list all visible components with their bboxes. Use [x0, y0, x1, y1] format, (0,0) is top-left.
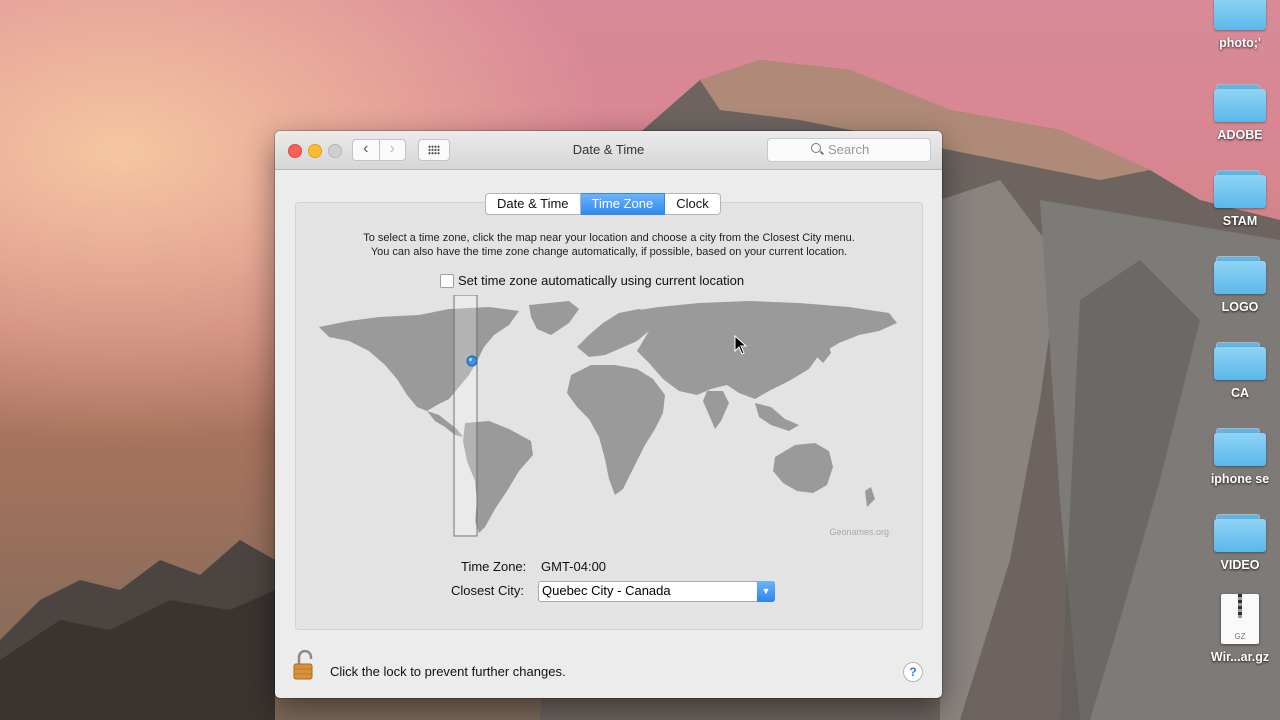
- desktop-icon-label: ADOBE: [1217, 128, 1263, 142]
- search-field[interactable]: Search: [767, 138, 931, 162]
- help-button[interactable]: ?: [903, 662, 923, 682]
- auto-timezone-label: Set time zone automatically using curren…: [458, 273, 745, 288]
- closest-city-value: Quebec City - Canada: [542, 583, 671, 598]
- map-asia: [619, 301, 897, 399]
- desktop-folder-logo[interactable]: LOGO: [1200, 256, 1280, 314]
- desktop-folder-ca[interactable]: CA: [1200, 342, 1280, 400]
- desktop-folder-iphone-se[interactable]: iphone se: [1200, 428, 1280, 486]
- desktop-icon-label: LOGO: [1221, 300, 1259, 314]
- map-africa: [567, 365, 665, 495]
- lock-text: Click the lock to prevent further change…: [330, 664, 566, 679]
- folder-icon: [1214, 84, 1266, 122]
- desktop-folder-photo[interactable]: photo;': [1200, 0, 1280, 50]
- desktop-icon-label: photo;': [1219, 36, 1261, 50]
- tab-bar: Date & Time Time Zone Clock: [485, 193, 721, 215]
- mouse-cursor-icon: [734, 335, 748, 355]
- search-placeholder: Search: [828, 142, 870, 157]
- lock-icon[interactable]: [293, 650, 315, 680]
- desktop-folder-video[interactable]: VIDEO: [1200, 514, 1280, 572]
- date-time-window: ‹ › Date & Time Search Date & Time Time …: [275, 131, 942, 698]
- desktop-icon-label: Wir...ar.gz: [1210, 650, 1270, 664]
- closest-city-label: Closest City:: [451, 583, 524, 598]
- folder-icon: [1214, 342, 1266, 380]
- folder-icon: [1214, 428, 1266, 466]
- folder-icon: [1214, 514, 1266, 552]
- chevron-down-icon: ▼: [757, 581, 775, 602]
- desktop-folder-adobe[interactable]: ADOBE: [1200, 84, 1280, 142]
- desktop-file-gz[interactable]: GZ Wir...ar.gz: [1200, 594, 1280, 664]
- desktop-icon-label: iphone se: [1210, 472, 1270, 486]
- map-india: [703, 391, 729, 429]
- desktop-icon-label: STAM: [1222, 214, 1258, 228]
- map-new-zealand: [865, 487, 875, 507]
- tab-date-time[interactable]: Date & Time: [485, 193, 581, 215]
- folder-icon: [1214, 0, 1266, 30]
- auto-timezone-checkbox[interactable]: [440, 274, 454, 288]
- search-icon: [811, 143, 821, 153]
- time-zone-panel: To select a time zone, click the map nea…: [295, 202, 923, 630]
- map-credit: Geonames.org: [829, 527, 889, 537]
- time-zone-value: GMT-04:00: [541, 559, 607, 574]
- gz-file-icon: GZ: [1221, 594, 1259, 644]
- folder-icon: [1214, 256, 1266, 294]
- map-greenland: [529, 301, 579, 335]
- tab-clock[interactable]: Clock: [665, 193, 721, 215]
- desktop-folder-stam[interactable]: STAM: [1200, 170, 1280, 228]
- world-map[interactable]: [319, 295, 901, 540]
- tab-time-zone[interactable]: Time Zone: [580, 193, 666, 215]
- instructions: To select a time zone, click the map nea…: [296, 231, 922, 259]
- map-se-asia: [755, 403, 799, 431]
- map-north-america: [319, 307, 519, 411]
- instructions-line-2: You can also have the time zone change a…: [370, 246, 848, 258]
- closest-city-select[interactable]: Quebec City - Canada ▼: [538, 581, 775, 602]
- folder-icon: [1214, 170, 1266, 208]
- title-bar[interactable]: ‹ › Date & Time Search: [275, 131, 942, 170]
- location-pin-icon: [466, 355, 478, 367]
- desktop-icon-label: CA: [1230, 386, 1250, 400]
- desktop-icon-label: VIDEO: [1220, 558, 1260, 572]
- map-australia: [773, 443, 833, 493]
- time-zone-label: Time Zone:: [461, 559, 527, 574]
- instructions-line-1: To select a time zone, click the map nea…: [363, 232, 855, 244]
